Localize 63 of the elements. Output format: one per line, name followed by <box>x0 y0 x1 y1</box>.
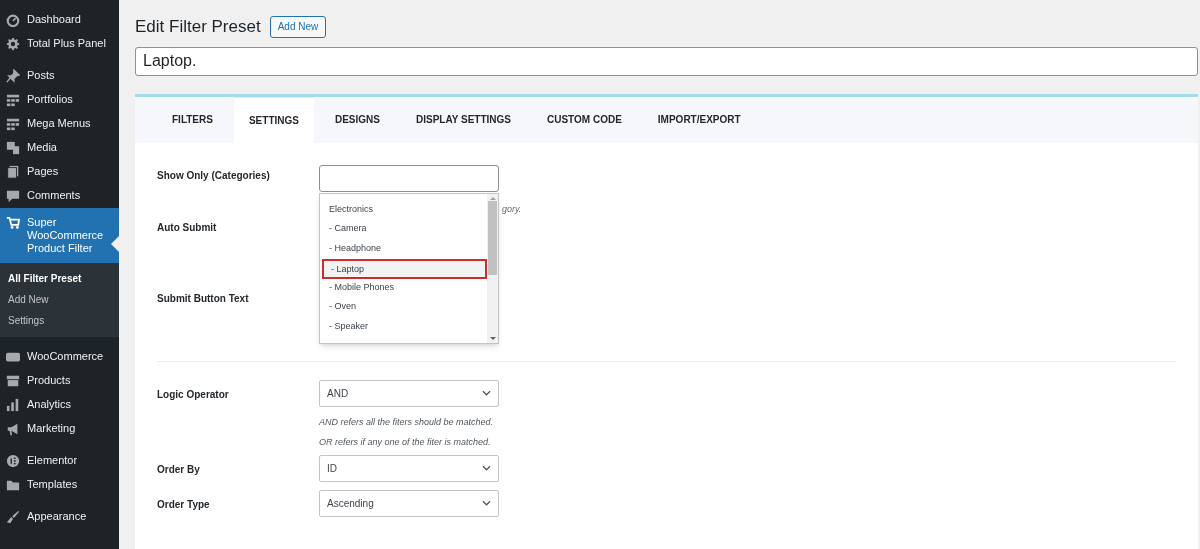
chevron-down-icon <box>482 500 491 506</box>
media-icon <box>6 141 20 155</box>
dropdown-option[interactable]: - Speaker <box>322 317 487 337</box>
sidebar-item[interactable]: Posts <box>0 64 119 88</box>
pin-icon <box>6 69 20 83</box>
sidebar-item[interactable]: WooCommerce <box>0 345 119 369</box>
dropdown-option[interactable]: - Headphone <box>322 239 487 259</box>
sidebar-item[interactable]: Elementor <box>0 449 119 473</box>
select-field[interactable]: AND <box>319 379 499 407</box>
hint-text: AND refers all the fiters should be matched. <box>319 415 495 429</box>
hint-text: gory. <box>502 202 522 216</box>
chevron-down-icon <box>482 390 491 396</box>
hint-text: OR refers if any one of the fiter is matched. <box>319 435 492 449</box>
sidebar-item[interactable]: Media <box>0 136 119 160</box>
preset-name-field[interactable]: Laptop. <box>135 46 1198 76</box>
bar-chart-icon <box>6 398 20 412</box>
setting-label: Auto Submit <box>157 220 218 235</box>
menu-pointer <box>111 236 119 252</box>
select-field[interactable]: Ascending <box>319 489 499 517</box>
sidebar-item[interactable]: Marketing <box>0 417 119 441</box>
sidebar-item[interactable]: Pages <box>0 160 119 184</box>
sidebar-item[interactable]: Products <box>0 369 119 393</box>
submenu-item[interactable]: Add New <box>0 292 119 308</box>
sidebar-item[interactable]: Analytics <box>0 393 119 417</box>
sidebar-item[interactable]: Super WooCommerce Product Filter <box>0 208 119 263</box>
sidebar-item[interactable]: Comments <box>0 184 119 208</box>
megaphone-icon <box>6 422 20 436</box>
brush-icon <box>6 510 20 524</box>
dropdown-option[interactable]: - Mobile Phones <box>322 278 487 298</box>
chevron-down-icon <box>482 465 491 471</box>
settings-icon <box>6 37 20 51</box>
submenu-item[interactable]: Settings <box>0 313 119 329</box>
grid-icon <box>6 93 20 107</box>
submenu-item[interactable]: All Filter Preset <box>0 271 119 287</box>
speech-bubble-icon <box>6 189 20 203</box>
cart-icon <box>6 216 20 230</box>
folder-icon <box>6 478 20 492</box>
sidebar-item[interactable]: Appearance <box>0 505 119 529</box>
dropdown-option[interactable]: - Laptop <box>322 259 487 279</box>
dropdown-option[interactable]: Electronics <box>322 200 487 220</box>
select-field[interactable]: ID <box>319 454 499 482</box>
category-select-field[interactable] <box>319 164 499 192</box>
scrollbar[interactable] <box>487 193 498 343</box>
setting-label: Logic Operator <box>157 387 230 402</box>
pages-icon <box>6 165 20 179</box>
dropdown-option[interactable]: - Camera <box>322 220 487 240</box>
dropdown-option[interactable]: - Oven <box>322 298 487 318</box>
add-new-button[interactable]: Add New <box>269 15 327 38</box>
tab[interactable]: SETTINGS <box>233 96 314 143</box>
sidebar-item[interactable]: Dashboard <box>0 8 119 32</box>
setting-label: Show Only (Categories) <box>157 168 271 183</box>
sidebar-item[interactable]: Mega Menus <box>0 112 119 136</box>
sidebar-item[interactable]: Total Plus Panel <box>0 32 119 56</box>
page-title: Edit Filter Preset <box>135 16 261 38</box>
setting-label: Order Type <box>157 497 211 512</box>
e-circle-icon <box>6 454 20 468</box>
archive-box-icon <box>6 374 20 388</box>
setting-label: Order By <box>157 462 201 477</box>
sidebar-item[interactable]: Portfolios <box>0 88 119 112</box>
sidebar-item[interactable]: Templates <box>0 473 119 497</box>
dashboard-icon <box>6 13 20 27</box>
setting-label: Submit Button Text <box>157 291 250 306</box>
grid-icon <box>6 117 20 131</box>
